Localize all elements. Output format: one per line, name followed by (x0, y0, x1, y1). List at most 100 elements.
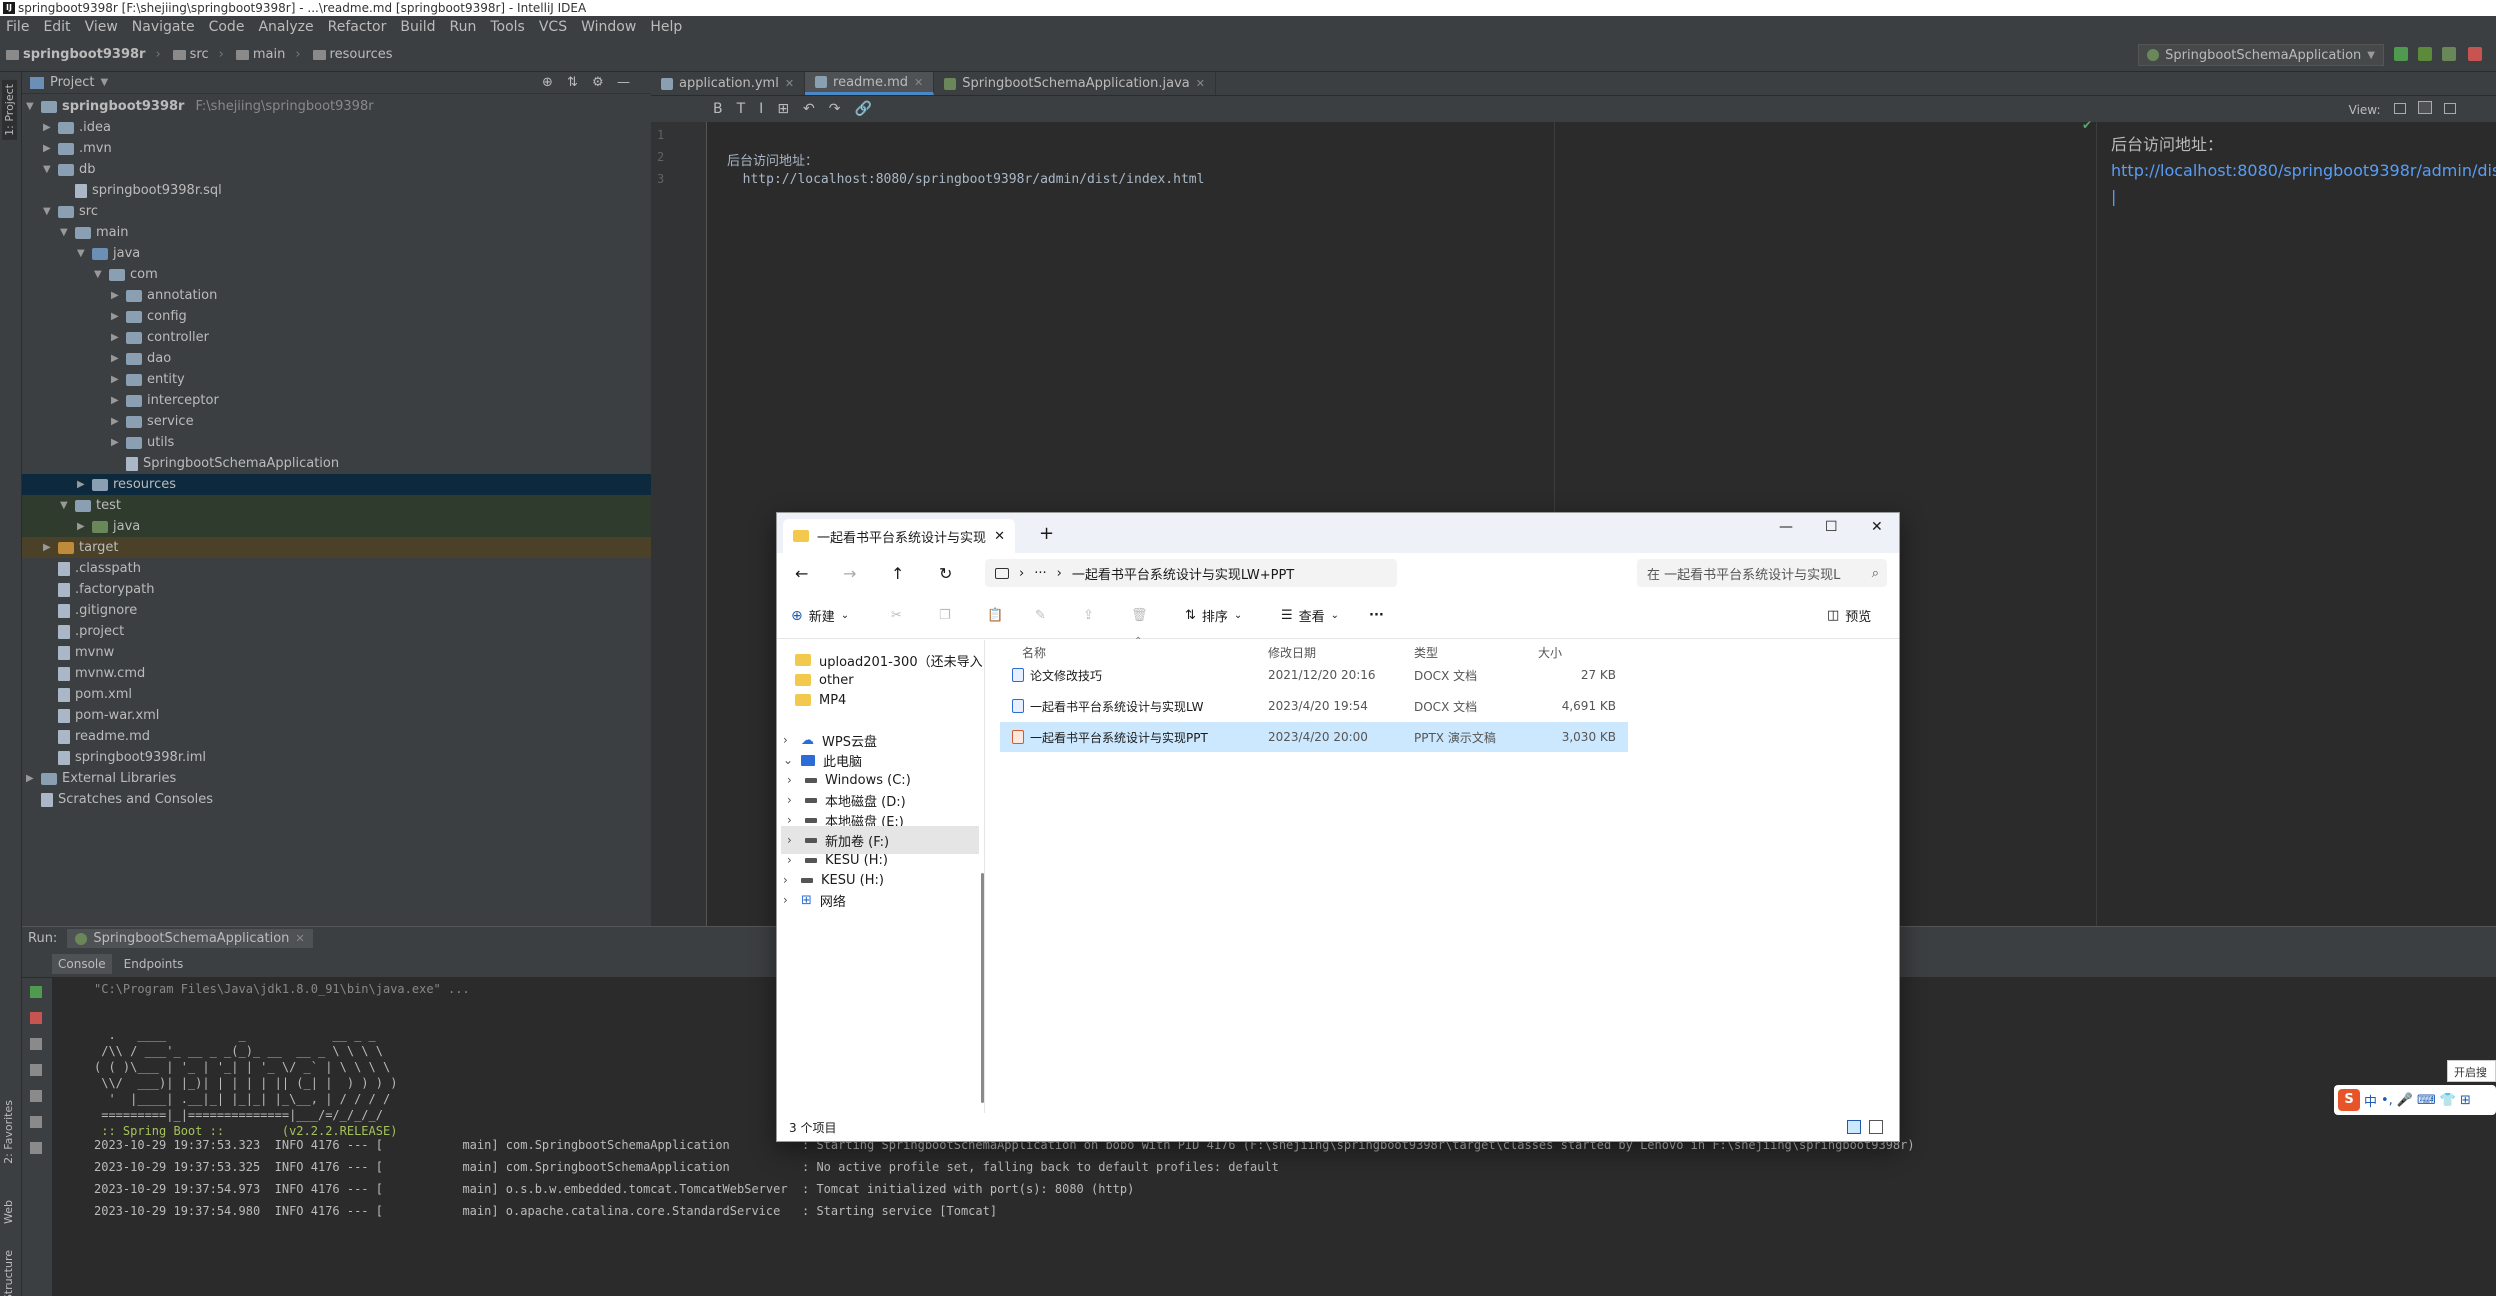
editor-only-icon[interactable] (2394, 103, 2407, 114)
chevron-down-icon[interactable]: ▼ (94, 264, 104, 285)
close-window-icon[interactable]: ✕ (1871, 519, 1883, 535)
tree-item[interactable]: pom.xml (22, 684, 651, 705)
markdown-format-button[interactable]: ↶ (803, 101, 815, 117)
chevron-right-icon[interactable]: ▶ (111, 348, 121, 369)
close-icon[interactable]: ✕ (295, 932, 304, 945)
address-path[interactable]: › ··· › 一起看书平台系统设计与实现LW+PPT (985, 559, 1397, 587)
chevron-down-icon[interactable]: ⌄ (783, 753, 793, 767)
chevron-down-icon[interactable]: ▼ (77, 243, 87, 264)
tree-item[interactable]: SpringbootSchemaApplication (22, 453, 651, 474)
tree-item[interactable]: ▼ src (22, 201, 651, 222)
tree-item[interactable]: ▶ service (22, 411, 651, 432)
column-header[interactable]: 大小 (1538, 644, 1562, 661)
cut-icon[interactable]: ✂ (891, 608, 902, 623)
preview-link[interactable]: http://localhost:8080/springboot9398r/ad… (2111, 161, 2496, 180)
chevron-right-icon[interactable]: ▶ (111, 285, 121, 306)
close-icon[interactable]: ✕ (1196, 77, 1205, 90)
column-header[interactable]: 类型 (1414, 644, 1438, 661)
chevron-right-icon[interactable]: ▶ (43, 117, 53, 138)
delete-icon[interactable]: 🗑 (1131, 608, 1148, 623)
path-overflow[interactable]: ··· (1034, 566, 1046, 581)
tree-item[interactable]: springboot9398r.sql (22, 180, 651, 201)
chevron-right-icon[interactable]: › (787, 833, 797, 847)
tree-item[interactable]: ▼ com (22, 264, 651, 285)
refresh-icon[interactable]: ↻ (939, 564, 952, 583)
path-current-folder[interactable]: 一起看书平台系统设计与实现LW+PPT (1072, 564, 1294, 583)
share-icon[interactable]: ⇪ (1083, 608, 1094, 623)
tree-item[interactable]: ▼ java (22, 243, 651, 264)
markdown-format-button[interactable]: T (737, 101, 746, 117)
chevron-down-icon[interactable]: ▼ (26, 96, 36, 117)
menu-item-analyze[interactable]: Analyze (258, 19, 313, 35)
tree-item[interactable]: ▶ External Libraries (22, 768, 651, 789)
nav-item[interactable]: › ⊞ 网络 (783, 886, 846, 914)
menu-item-view[interactable]: View (85, 19, 118, 35)
maximize-icon[interactable]: ☐ (1825, 519, 1838, 535)
column-header[interactable]: 修改日期 (1268, 644, 1316, 661)
tree-item[interactable]: springboot9398r.iml (22, 747, 651, 768)
close-icon[interactable]: ✕ (785, 77, 794, 90)
menu-item-code[interactable]: Code (209, 19, 245, 35)
menu-item-edit[interactable]: Edit (43, 19, 70, 35)
tree-item[interactable]: ▶ java (22, 516, 651, 537)
editor-tab[interactable]: SpringbootSchemaApplication.java ✕ (934, 72, 1216, 95)
menu-item-refactor[interactable]: Refactor (328, 19, 387, 35)
tree-item[interactable]: mvnw.cmd (22, 663, 651, 684)
code-line[interactable]: 后台访问地址： (727, 150, 818, 169)
menu-item-vcs[interactable]: VCS (539, 19, 567, 35)
collapse-all-icon[interactable]: ⇅ (567, 75, 578, 90)
tree-item[interactable]: ▼ main (22, 222, 651, 243)
run-with-coverage-icon[interactable] (2442, 47, 2456, 61)
scroll-to-end-icon[interactable] (30, 1090, 42, 1102)
ime-button[interactable]: ⌨ (2417, 1093, 2436, 1108)
new-button[interactable]: ⊕ 新建 ⌄ (791, 606, 849, 626)
debug-icon[interactable] (2418, 47, 2432, 61)
breadcrumb-item[interactable]: src › (167, 47, 230, 62)
tree-item[interactable]: ▶ entity (22, 369, 651, 390)
menu-item-tools[interactable]: Tools (490, 19, 525, 35)
stop-icon[interactable] (30, 1012, 42, 1024)
rerun-icon[interactable] (30, 986, 42, 998)
sort-button[interactable]: ⇅ 排序 ⌄ (1185, 606, 1242, 625)
ime-button[interactable]: •, (2381, 1093, 2393, 1108)
forward-arrow-icon[interactable]: → (843, 564, 856, 583)
menu-item-run[interactable]: Run (450, 19, 477, 35)
tree-item[interactable]: ▶ utils (22, 432, 651, 453)
clear-all-icon[interactable] (30, 1142, 42, 1154)
hide-icon[interactable]: — (617, 75, 630, 90)
column-header[interactable]: 名称 (1022, 644, 1046, 661)
rerun-icon[interactable] (2394, 47, 2408, 61)
paste-icon[interactable]: 📋 (987, 608, 1003, 623)
ime-button[interactable]: 🎤 (2397, 1093, 2413, 1108)
run-configuration-select[interactable]: SpringbootSchemaApplication ▼ (2138, 44, 2384, 66)
chevron-right-icon[interactable]: ▶ (26, 768, 36, 789)
markdown-format-button[interactable]: 🔗 (855, 101, 872, 117)
chevron-right-icon[interactable]: ▶ (111, 390, 121, 411)
tree-item[interactable]: .classpath (22, 558, 651, 579)
favorites-tool-tab[interactable]: 2: Favorites (2, 1100, 15, 1164)
minimize-icon[interactable]: — (1779, 519, 1793, 535)
editor-tab[interactable]: application.yml ✕ (651, 72, 806, 95)
new-tab-icon[interactable]: + (1039, 523, 1054, 544)
tree-item[interactable]: ▶ .idea (22, 117, 651, 138)
view-button[interactable]: ☰ 查看 ⌄ (1281, 606, 1339, 625)
tab-endpoints[interactable]: Endpoints (124, 957, 184, 971)
run-config-tab[interactable]: SpringbootSchemaApplication ✕ (67, 929, 313, 948)
tiles-view-icon[interactable] (1869, 1120, 1883, 1134)
chevron-right-icon[interactable]: › (783, 733, 793, 747)
code-line[interactable]: http://localhost:8080/springboot9398r/ad… (727, 172, 1205, 187)
chevron-right-icon[interactable]: › (787, 813, 797, 827)
tree-item[interactable]: ▶ config (22, 306, 651, 327)
breadcrumb-item[interactable]: main › (230, 47, 307, 62)
tree-item[interactable]: .project (22, 621, 651, 642)
tree-item[interactable]: ▼ springboot9398r F:\shejiing\springboot93… (22, 96, 651, 117)
tab-console[interactable]: Console (52, 953, 112, 974)
ime-button[interactable]: 中 (2364, 1091, 2377, 1110)
tree-item[interactable]: pom-war.xml (22, 705, 651, 726)
back-arrow-icon[interactable]: ← (795, 564, 808, 583)
ime-button[interactable]: ⊞ (2460, 1093, 2471, 1108)
chevron-right-icon[interactable]: ▶ (111, 306, 121, 327)
close-icon[interactable]: ✕ (994, 529, 1005, 544)
structure-tool-tab[interactable]: Structure (2, 1250, 15, 1296)
preview-pane-button[interactable]: ◫ 预览 (1827, 606, 1871, 625)
